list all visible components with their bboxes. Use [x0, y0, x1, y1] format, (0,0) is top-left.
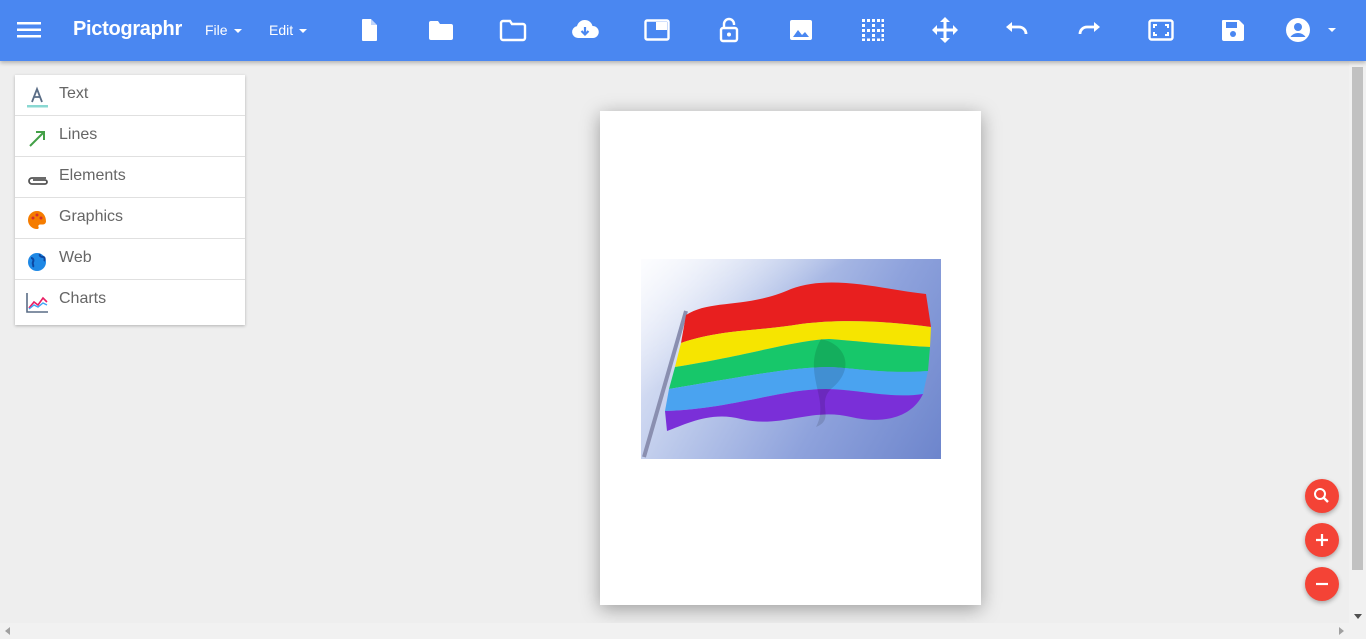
sidebar-item-text[interactable]: Text — [15, 75, 245, 116]
window-icon — [644, 19, 670, 41]
lock-open-icon — [719, 17, 739, 43]
account-icon — [1286, 18, 1310, 42]
sidebar-item-label: Text — [59, 85, 89, 102]
scroll-right-icon[interactable] — [1339, 627, 1344, 635]
arrow-line-icon — [25, 126, 49, 150]
redo-button[interactable] — [1074, 15, 1104, 45]
line-chart-icon — [25, 290, 49, 314]
flag-image[interactable] — [641, 259, 941, 459]
scroll-down-icon[interactable] — [1354, 614, 1362, 619]
new-document-icon — [362, 19, 377, 41]
zoom-out-fab[interactable] — [1305, 567, 1339, 601]
search-icon — [1314, 488, 1329, 503]
sidebar-item-label: Charts — [59, 290, 107, 307]
open-folder-icon — [429, 21, 453, 40]
rainbow-flag-graphic — [641, 259, 941, 459]
cloud-download-icon — [572, 20, 599, 38]
file-menu-label: File — [205, 22, 228, 38]
open-folder-button[interactable] — [426, 15, 456, 45]
sidebar-item-label: Elements — [59, 167, 126, 184]
search-fab[interactable] — [1305, 479, 1339, 513]
edit-menu[interactable]: Edit — [269, 22, 308, 38]
top-app-bar: Pictographr File Edit — [0, 0, 1366, 61]
text-icon — [25, 85, 49, 109]
undo-button[interactable] — [1002, 15, 1032, 45]
paperclip-icon — [25, 167, 49, 191]
window-button[interactable] — [642, 15, 672, 45]
vertical-scrollbar[interactable] — [1349, 61, 1366, 623]
zoom-in-icon — [1316, 534, 1328, 546]
save-button[interactable] — [1218, 15, 1248, 45]
sidebar-item-lines[interactable]: Lines — [15, 116, 245, 157]
globe-icon — [25, 249, 49, 273]
scrollbar-thumb[interactable] — [1352, 67, 1363, 570]
undo-icon — [1006, 22, 1028, 35]
sidebar-item-charts[interactable]: Charts — [15, 280, 245, 325]
insert-panel: Text Lines Elements Graphics Web Charts — [15, 75, 245, 325]
move-button[interactable] — [930, 15, 960, 45]
sidebar-item-label: Web — [59, 249, 92, 266]
account-menu-button[interactable] — [1283, 15, 1339, 45]
hamburger-menu-button[interactable] — [16, 18, 42, 42]
palette-icon — [25, 208, 49, 232]
caret-down-icon — [233, 29, 242, 34]
app-title: Pictographr — [73, 18, 182, 40]
fit-screen-button[interactable] — [1146, 15, 1176, 45]
scroll-left-icon[interactable] — [5, 627, 10, 635]
zoom-out-icon — [1316, 582, 1328, 586]
move-arrows-icon — [932, 17, 958, 43]
fit-screen-icon — [1148, 19, 1174, 41]
grid-button[interactable] — [858, 15, 888, 45]
grid-icon — [862, 19, 884, 41]
menu-icon — [17, 22, 41, 38]
sidebar-item-elements[interactable]: Elements — [15, 157, 245, 198]
caret-down-icon — [299, 29, 308, 34]
edit-menu-label: Edit — [269, 22, 294, 38]
image-button[interactable] — [786, 15, 816, 45]
image-icon — [790, 20, 812, 40]
sidebar-item-web[interactable]: Web — [15, 239, 245, 280]
sidebar-item-label: Graphics — [59, 208, 124, 225]
folder-button[interactable] — [498, 15, 528, 45]
save-icon — [1222, 20, 1244, 41]
sidebar-item-graphics[interactable]: Graphics — [15, 198, 245, 239]
caret-down-icon — [1328, 28, 1336, 32]
horizontal-scrollbar[interactable] — [0, 623, 1366, 639]
new-document-button[interactable] — [354, 15, 384, 45]
file-menu[interactable]: File — [205, 22, 242, 38]
canvas-page[interactable] — [600, 111, 981, 605]
folder-outline-icon — [499, 19, 527, 42]
sidebar-item-label: Lines — [59, 126, 98, 143]
lock-button[interactable] — [714, 15, 744, 45]
cloud-download-button[interactable] — [570, 15, 600, 45]
zoom-in-fab[interactable] — [1305, 523, 1339, 557]
redo-icon — [1078, 22, 1100, 35]
